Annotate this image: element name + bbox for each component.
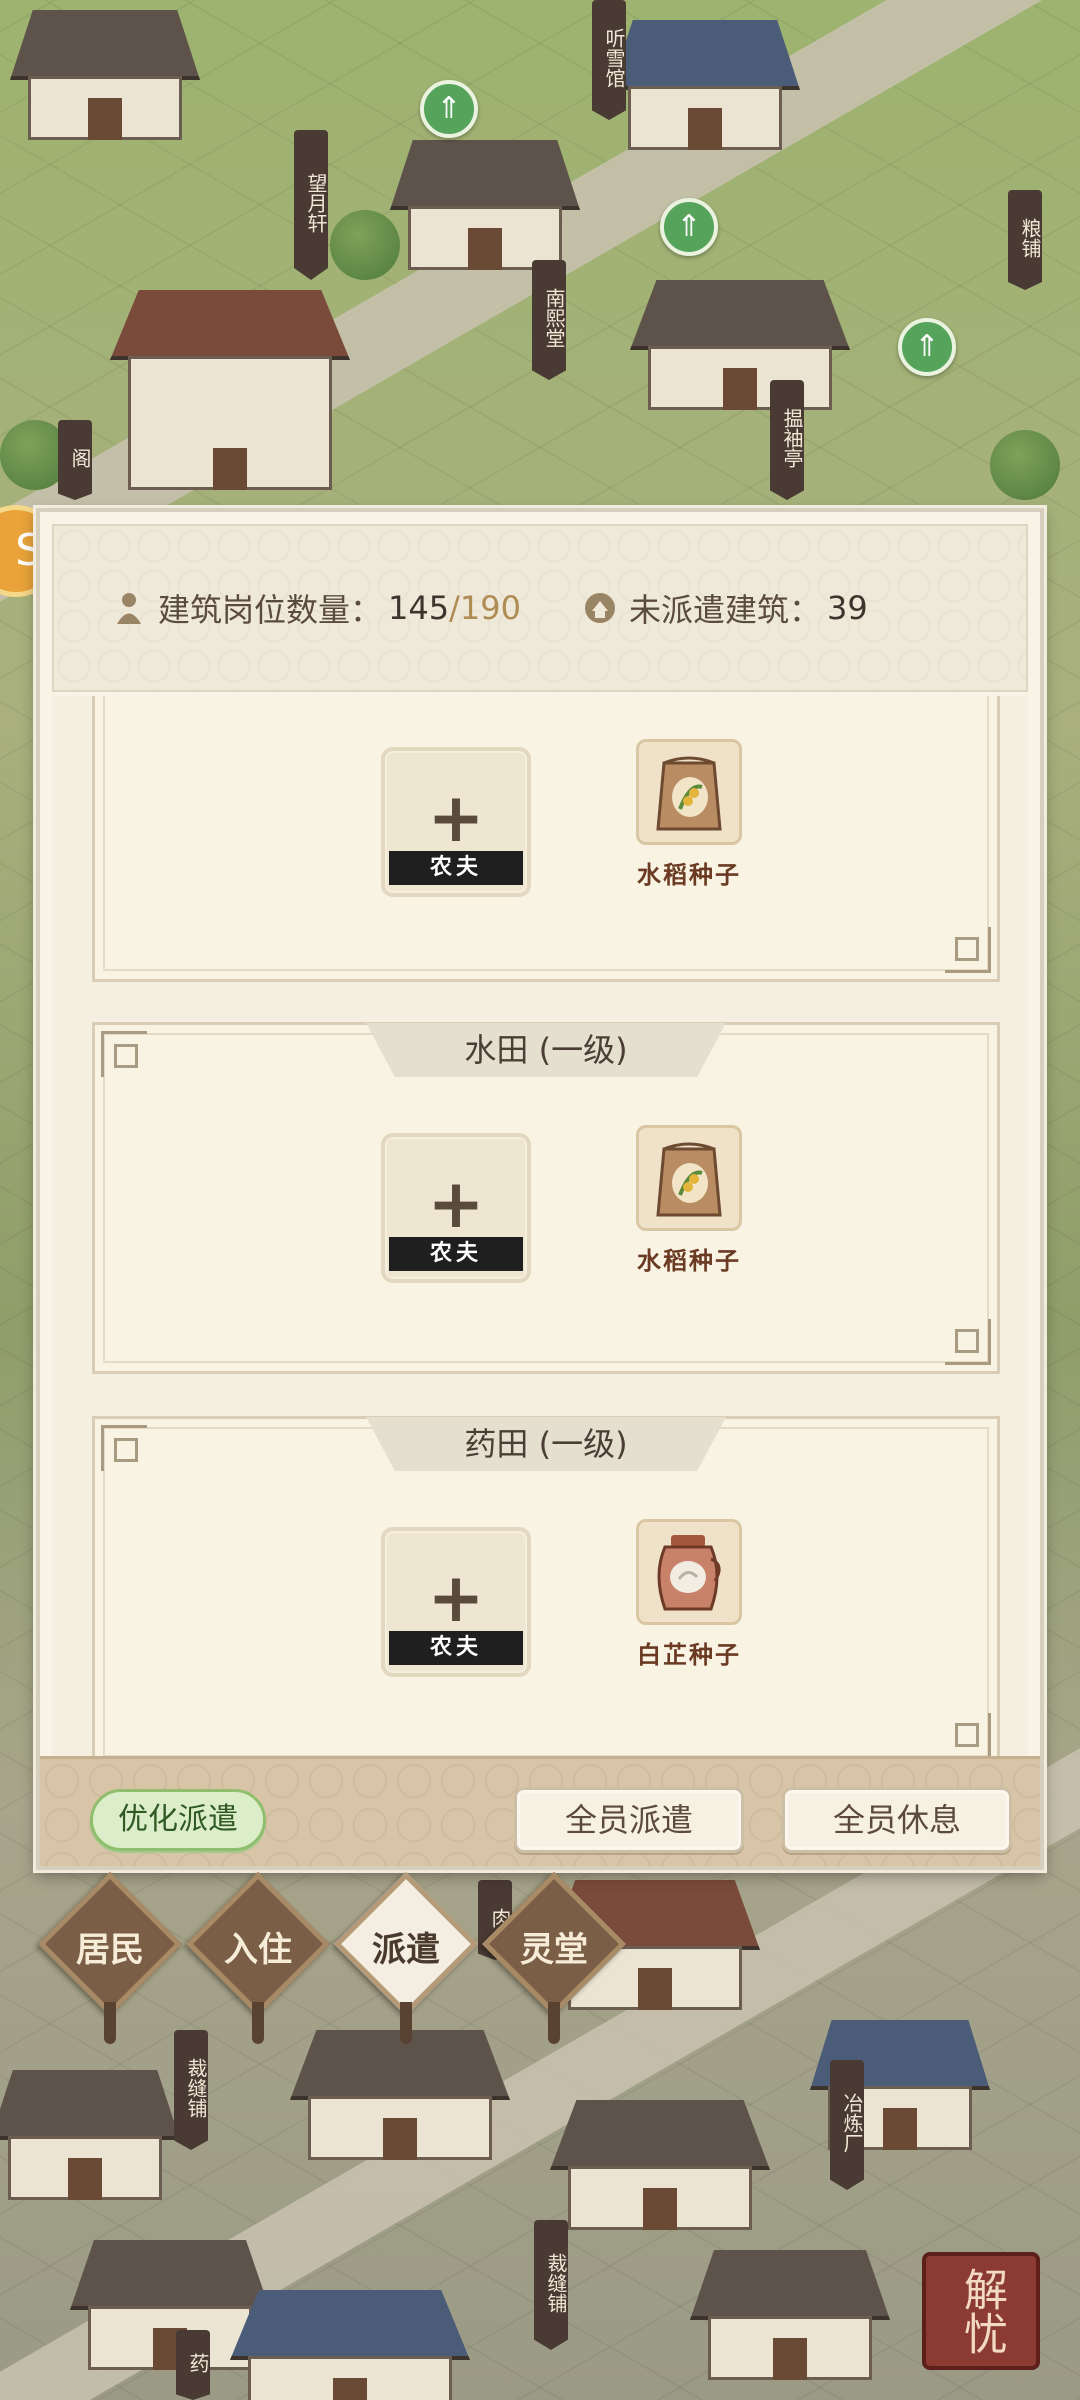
add-icon: + <box>427 1165 485 1244</box>
building-card: + 农夫 水稻种子 <box>92 696 1000 982</box>
angelica-seed-jar-icon <box>636 1519 742 1625</box>
building-card: 水田 (一级) + 农夫 水稻种子 <box>92 1022 1000 1374</box>
worker-slot[interactable]: + 农夫 <box>381 1133 531 1283</box>
building-emblem-icon <box>583 591 617 625</box>
unassigned-label: 未派遣建筑： <box>628 591 821 629</box>
tab-dispatch[interactable]: 派遣 <box>333 1871 479 2060</box>
unassigned-stat: 未派遣建筑： 39 <box>583 585 868 631</box>
corner-ornament <box>945 1713 991 1756</box>
building-title: 水田 (一级) <box>366 1023 726 1077</box>
building-card: 药田 (一级) + 农夫 白芷种子 <box>92 1416 1000 1756</box>
building[interactable] <box>230 2290 470 2400</box>
building-sign[interactable]: 粮铺 <box>1008 190 1042 290</box>
reward-item[interactable]: 白芷种子 <box>629 1519 749 1670</box>
tab-spirit-hall[interactable]: 灵堂 <box>481 1871 627 2060</box>
unassigned-value: 39 <box>826 589 868 627</box>
building-sign[interactable]: 冶炼厂 <box>830 2060 864 2190</box>
corner-ornament <box>101 1425 147 1471</box>
tab-residents[interactable]: 居民 <box>37 1871 183 2060</box>
building[interactable] <box>0 2070 180 2200</box>
upgrade-arrow-icon[interactable]: ⇑ <box>660 198 718 256</box>
slot-role: 农夫 <box>389 851 523 885</box>
tassel <box>104 2002 116 2044</box>
building-list[interactable]: + 农夫 水稻种子 水田 (一级) + 农夫 水稻种子 药田 (一级) + 农夫… <box>52 696 1028 1756</box>
reward-label: 水稻种子 <box>637 861 741 889</box>
reward-item[interactable]: 水稻种子 <box>629 739 749 890</box>
building[interactable] <box>10 10 200 140</box>
building[interactable] <box>390 140 580 270</box>
slot-role: 农夫 <box>389 1631 523 1665</box>
dispatch-all-button[interactable]: 全员派遣 <box>514 1787 744 1853</box>
building[interactable] <box>70 2240 270 2370</box>
panel-footer: 优化派遣 全员派遣 全员休息 <box>40 1756 1040 1866</box>
dispatch-panel: 建筑岗位数量： 145 /190 未派遣建筑： 39 + 农夫 水稻种子 水田 … <box>36 508 1044 1870</box>
tab-move-in[interactable]: 入住 <box>185 1871 331 2060</box>
tassel <box>252 2002 264 2044</box>
logo-text: 解忧 <box>956 2267 1007 2355</box>
tree <box>990 430 1060 500</box>
tab-label: 派遣 <box>372 1930 440 1970</box>
building-title: 药田 (一级) <box>366 1417 726 1471</box>
upgrade-arrow-icon[interactable]: ⇑ <box>420 80 478 138</box>
tassel <box>548 2002 560 2044</box>
slot-role: 农夫 <box>389 1237 523 1271</box>
rice-seed-bag-icon <box>636 739 742 845</box>
building-sign[interactable]: 裁缝铺 <box>534 2220 568 2350</box>
add-icon: + <box>427 1559 485 1638</box>
building[interactable] <box>690 2250 890 2380</box>
reward-label: 水稻种子 <box>637 1247 741 1275</box>
optimize-dispatch-button[interactable]: 优化派遣 <box>90 1789 266 1851</box>
positions-stat: 建筑岗位数量： 145 /190 <box>112 585 521 631</box>
worker-icon <box>112 591 146 625</box>
tree <box>330 210 400 280</box>
game-seal-logo: 解忧 <box>922 2252 1040 2370</box>
worker-slot[interactable]: + 农夫 <box>381 747 531 897</box>
add-icon: + <box>427 779 485 858</box>
worker-slot[interactable]: + 农夫 <box>381 1527 531 1677</box>
building-sign[interactable]: 望月轩 <box>294 130 328 280</box>
building[interactable] <box>630 280 850 410</box>
building[interactable] <box>610 20 800 150</box>
building-sign[interactable]: 南熙堂 <box>532 260 566 380</box>
building[interactable] <box>550 2100 770 2230</box>
reward-label: 白芷种子 <box>637 1641 741 1669</box>
corner-ornament <box>945 927 991 973</box>
building-sign[interactable]: 阁 <box>58 420 92 500</box>
tab-label: 入住 <box>224 1930 292 1970</box>
reward-item[interactable]: 水稻种子 <box>629 1125 749 1276</box>
building-sign[interactable]: 听雪馆 <box>592 0 626 120</box>
building[interactable] <box>110 290 350 490</box>
positions-max: /190 <box>449 589 521 627</box>
corner-ornament <box>945 1319 991 1365</box>
rest-all-button[interactable]: 全员休息 <box>782 1787 1012 1853</box>
tab-label: 居民 <box>76 1930 144 1970</box>
positions-label: 建筑岗位数量： <box>158 591 383 629</box>
tab-label: 灵堂 <box>520 1930 588 1970</box>
upgrade-arrow-icon[interactable]: ⇑ <box>898 318 956 376</box>
positions-current: 145 <box>388 589 450 627</box>
building-sign[interactable]: 药 <box>176 2330 210 2400</box>
building-sign[interactable]: 揾袖亭 <box>770 380 804 500</box>
corner-ornament <box>101 1031 147 1077</box>
panel-header: 建筑岗位数量： 145 /190 未派遣建筑： 39 <box>52 524 1028 692</box>
rice-seed-bag-icon <box>636 1125 742 1231</box>
tassel <box>400 2002 412 2044</box>
